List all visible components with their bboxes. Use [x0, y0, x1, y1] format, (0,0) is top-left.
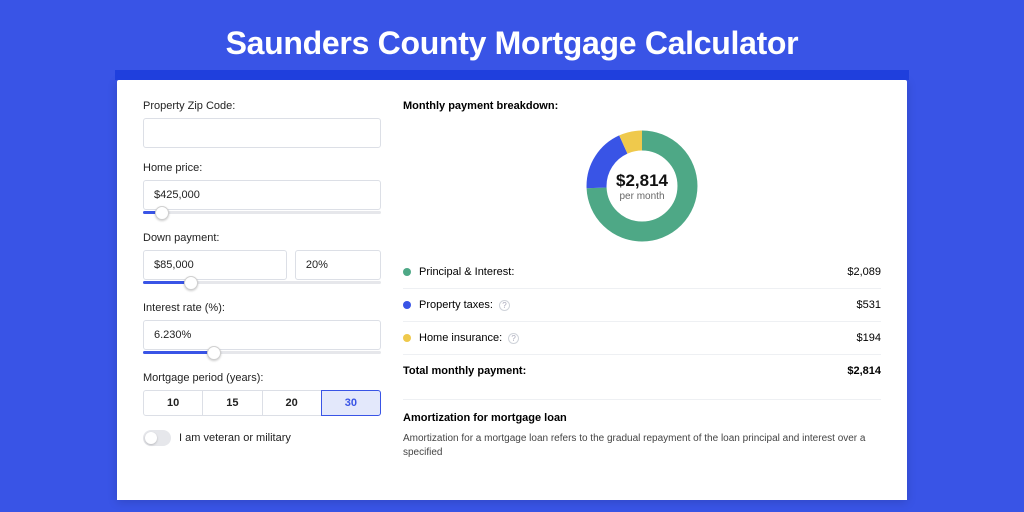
- period-label: Mortgage period (years):: [143, 372, 381, 384]
- rate-input[interactable]: [143, 320, 381, 350]
- donut-amount: $2,814: [616, 171, 668, 191]
- amortization-heading: Amortization for mortgage loan: [403, 412, 881, 424]
- amortization-section: Amortization for mortgage loan Amortizat…: [403, 399, 881, 460]
- down-slider[interactable]: [143, 281, 381, 284]
- home-price-input[interactable]: [143, 180, 381, 210]
- slider-thumb[interactable]: [184, 276, 198, 290]
- inputs-column: Property Zip Code: Home price: Down paym…: [143, 100, 381, 500]
- breakdown-heading: Monthly payment breakdown:: [403, 100, 881, 112]
- legend-row: Property taxes:? $531: [403, 288, 881, 321]
- zip-label: Property Zip Code:: [143, 100, 381, 112]
- legend-label: Principal & Interest:: [419, 266, 514, 278]
- veteran-row: I am veteran or military: [143, 430, 381, 446]
- down-amount-input[interactable]: [143, 250, 287, 280]
- legend-value: $194: [857, 332, 881, 344]
- donut-chart: $2,814 per month: [403, 122, 881, 256]
- total-row: Total monthly payment: $2,814: [403, 354, 881, 387]
- info-icon[interactable]: ?: [508, 333, 519, 344]
- legend-label: Property taxes:: [419, 299, 493, 311]
- zip-input[interactable]: [143, 118, 381, 148]
- slider-thumb[interactable]: [155, 206, 169, 220]
- rate-label: Interest rate (%):: [143, 302, 381, 314]
- legend-label: Home insurance:: [419, 332, 502, 344]
- legend-dot-icon: [403, 301, 411, 309]
- legend-value: $531: [857, 299, 881, 311]
- total-label: Total monthly payment:: [403, 365, 526, 377]
- legend-row: Principal & Interest: $2,089: [403, 256, 881, 288]
- rate-slider[interactable]: [143, 351, 381, 354]
- period-option-15[interactable]: 15: [202, 390, 262, 416]
- legend-value: $2,089: [847, 266, 881, 278]
- amortization-body: Amortization for a mortgage loan refers …: [403, 432, 881, 460]
- breakdown-column: Monthly payment breakdown: $2,814 per mo…: [403, 100, 881, 500]
- page-title: Saunders County Mortgage Calculator: [0, 0, 1024, 80]
- donut-subtext: per month: [619, 191, 664, 202]
- info-icon[interactable]: ?: [499, 300, 510, 311]
- legend-dot-icon: [403, 268, 411, 276]
- veteran-label: I am veteran or military: [179, 432, 291, 444]
- home-price-slider[interactable]: [143, 211, 381, 214]
- period-option-30[interactable]: 30: [321, 390, 381, 416]
- veteran-toggle[interactable]: [143, 430, 171, 446]
- home-price-label: Home price:: [143, 162, 381, 174]
- period-option-10[interactable]: 10: [143, 390, 203, 416]
- total-value: $2,814: [847, 365, 881, 377]
- period-options: 10152030: [143, 390, 381, 416]
- down-percent-input[interactable]: [295, 250, 381, 280]
- period-option-20[interactable]: 20: [262, 390, 322, 416]
- legend-dot-icon: [403, 334, 411, 342]
- calculator-panel: Property Zip Code: Home price: Down paym…: [117, 80, 907, 500]
- legend-row: Home insurance:? $194: [403, 321, 881, 354]
- down-payment-label: Down payment:: [143, 232, 381, 244]
- slider-thumb[interactable]: [207, 346, 221, 360]
